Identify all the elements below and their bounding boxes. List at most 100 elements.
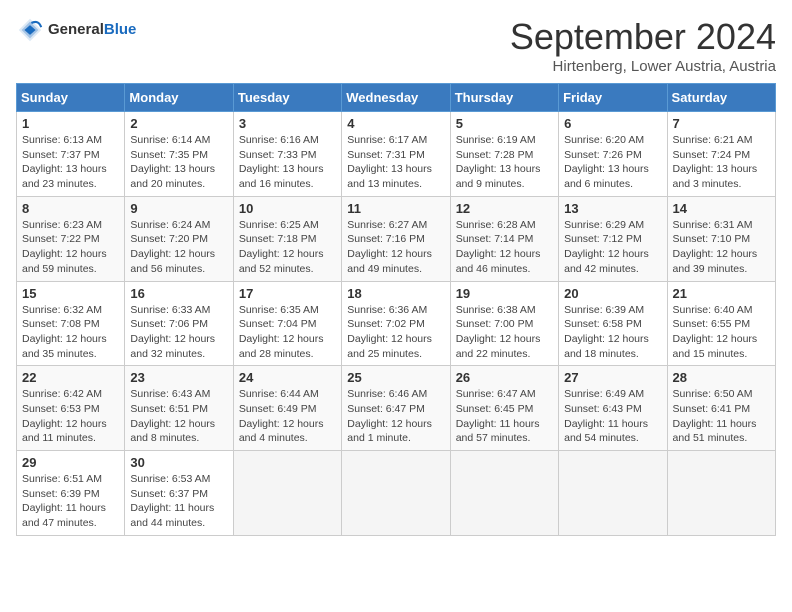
day-info: Sunrise: 6:13 AMSunset: 7:37 PMDaylight:… [22, 133, 119, 192]
calendar-cell: 25 Sunrise: 6:46 AMSunset: 6:47 PMDayligh… [342, 366, 450, 451]
calendar-cell [559, 451, 667, 536]
day-number: 15 [22, 286, 119, 301]
day-info: Sunrise: 6:39 AMSunset: 6:58 PMDaylight:… [564, 303, 661, 362]
day-info: Sunrise: 6:42 AMSunset: 6:53 PMDaylight:… [22, 387, 119, 446]
header-saturday: Saturday [667, 84, 775, 112]
day-info: Sunrise: 6:31 AMSunset: 7:10 PMDaylight:… [673, 218, 770, 277]
calendar-week-row: 29Sunrise: 6:51 AMSunset: 6:39 PMDayligh… [17, 451, 776, 536]
day-number: 17 [239, 286, 336, 301]
logo-icon [16, 16, 44, 44]
calendar-cell: 20 Sunrise: 6:39 AMSunset: 6:58 PMDayligh… [559, 281, 667, 366]
day-info: Sunrise: 6:46 AMSunset: 6:47 PMDaylight:… [347, 387, 444, 446]
day-info: Sunrise: 6:29 AMSunset: 7:12 PMDaylight:… [564, 218, 661, 277]
logo-blue: Blue [104, 21, 137, 38]
day-info: Sunrise: 6:35 AMSunset: 7:04 PMDaylight:… [239, 303, 336, 362]
day-info: Sunrise: 6:44 AMSunset: 6:49 PMDaylight:… [239, 387, 336, 446]
calendar-week-row: 8 Sunrise: 6:23 AMSunset: 7:22 PMDaylight… [17, 196, 776, 281]
calendar-cell: 4Sunrise: 6:17 AMSunset: 7:31 PMDaylight… [342, 112, 450, 197]
logo: GeneralBlue [16, 16, 136, 44]
day-info: Sunrise: 6:19 AMSunset: 7:28 PMDaylight:… [456, 133, 553, 192]
day-number: 26 [456, 370, 553, 385]
calendar-cell: 1 Sunrise: 6:13 AMSunset: 7:37 PMDaylight… [17, 112, 125, 197]
calendar-cell: 18Sunrise: 6:36 AMSunset: 7:02 PMDayligh… [342, 281, 450, 366]
header-friday: Friday [559, 84, 667, 112]
logo-text: GeneralBlue [48, 22, 136, 39]
day-info: Sunrise: 6:27 AMSunset: 7:16 PMDaylight:… [347, 218, 444, 277]
day-number: 23 [130, 370, 227, 385]
calendar-cell: 15 Sunrise: 6:32 AMSunset: 7:08 PMDayligh… [17, 281, 125, 366]
calendar-cell: 29Sunrise: 6:51 AMSunset: 6:39 PMDayligh… [17, 451, 125, 536]
day-number: 21 [673, 286, 770, 301]
calendar-week-row: 22Sunrise: 6:42 AMSunset: 6:53 PMDayligh… [17, 366, 776, 451]
day-number: 13 [564, 201, 661, 216]
subtitle: Hirtenberg, Lower Austria, Austria [510, 58, 776, 75]
day-number: 24 [239, 370, 336, 385]
page-header: GeneralBlue September 2024 Hirtenberg, L… [16, 16, 776, 75]
calendar-cell: 23 Sunrise: 6:43 AMSunset: 6:51 PMDayligh… [125, 366, 233, 451]
day-number: 25 [347, 370, 444, 385]
header-thursday: Thursday [450, 84, 558, 112]
day-info: Sunrise: 6:53 AMSunset: 6:37 PMDaylight:… [130, 472, 227, 531]
day-info: Sunrise: 6:16 AMSunset: 7:33 PMDaylight:… [239, 133, 336, 192]
day-number: 14 [673, 201, 770, 216]
day-number: 12 [456, 201, 553, 216]
header-tuesday: Tuesday [233, 84, 341, 112]
day-info: Sunrise: 6:51 AMSunset: 6:39 PMDaylight:… [22, 472, 119, 531]
title-block: September 2024 Hirtenberg, Lower Austria… [510, 16, 776, 75]
calendar-cell: 9 Sunrise: 6:24 AMSunset: 7:20 PMDaylight… [125, 196, 233, 281]
calendar-cell: 6 Sunrise: 6:20 AMSunset: 7:26 PMDaylight… [559, 112, 667, 197]
day-number: 19 [456, 286, 553, 301]
header-wednesday: Wednesday [342, 84, 450, 112]
calendar-cell [667, 451, 775, 536]
calendar-body: 1 Sunrise: 6:13 AMSunset: 7:37 PMDaylight… [17, 112, 776, 536]
calendar-cell: 21 Sunrise: 6:40 AMSunset: 6:55 PMDayligh… [667, 281, 775, 366]
day-number: 8 [22, 201, 119, 216]
calendar-cell: 2Sunrise: 6:14 AMSunset: 7:35 PMDaylight… [125, 112, 233, 197]
day-info: Sunrise: 6:32 AMSunset: 7:08 PMDaylight:… [22, 303, 119, 362]
day-number: 11 [347, 201, 444, 216]
day-number: 5 [456, 116, 553, 131]
logo-general: General [48, 21, 104, 38]
day-info: Sunrise: 6:43 AMSunset: 6:51 PMDaylight:… [130, 387, 227, 446]
calendar-cell: 27Sunrise: 6:49 AMSunset: 6:43 PMDayligh… [559, 366, 667, 451]
calendar-cell: 24 Sunrise: 6:44 AMSunset: 6:49 PMDayligh… [233, 366, 341, 451]
calendar-cell: 19 Sunrise: 6:38 AMSunset: 7:00 PMDayligh… [450, 281, 558, 366]
calendar-cell: 5 Sunrise: 6:19 AMSunset: 7:28 PMDaylight… [450, 112, 558, 197]
day-number: 1 [22, 116, 119, 131]
calendar-cell: 8 Sunrise: 6:23 AMSunset: 7:22 PMDaylight… [17, 196, 125, 281]
calendar-cell: 30 Sunrise: 6:53 AMSunset: 6:37 PMDayligh… [125, 451, 233, 536]
day-info: Sunrise: 6:49 AMSunset: 6:43 PMDaylight:… [564, 387, 661, 446]
day-number: 7 [673, 116, 770, 131]
day-info: Sunrise: 6:38 AMSunset: 7:00 PMDaylight:… [456, 303, 553, 362]
day-info: Sunrise: 6:23 AMSunset: 7:22 PMDaylight:… [22, 218, 119, 277]
day-info: Sunrise: 6:20 AMSunset: 7:26 PMDaylight:… [564, 133, 661, 192]
day-number: 6 [564, 116, 661, 131]
day-info: Sunrise: 6:47 AMSunset: 6:45 PMDaylight:… [456, 387, 553, 446]
day-info: Sunrise: 6:21 AMSunset: 7:24 PMDaylight:… [673, 133, 770, 192]
day-info: Sunrise: 6:24 AMSunset: 7:20 PMDaylight:… [130, 218, 227, 277]
calendar-week-row: 1 Sunrise: 6:13 AMSunset: 7:37 PMDaylight… [17, 112, 776, 197]
calendar-cell [233, 451, 341, 536]
header-sunday: Sunday [17, 84, 125, 112]
day-number: 20 [564, 286, 661, 301]
day-info: Sunrise: 6:25 AMSunset: 7:18 PMDaylight:… [239, 218, 336, 277]
calendar-cell: 28Sunrise: 6:50 AMSunset: 6:41 PMDayligh… [667, 366, 775, 451]
calendar-cell: 22Sunrise: 6:42 AMSunset: 6:53 PMDayligh… [17, 366, 125, 451]
calendar-cell: 11 Sunrise: 6:27 AMSunset: 7:16 PMDayligh… [342, 196, 450, 281]
day-number: 9 [130, 201, 227, 216]
calendar-cell: 12Sunrise: 6:28 AMSunset: 7:14 PMDayligh… [450, 196, 558, 281]
calendar-cell: 13 Sunrise: 6:29 AMSunset: 7:12 PMDayligh… [559, 196, 667, 281]
day-number: 18 [347, 286, 444, 301]
calendar-cell: 26 Sunrise: 6:47 AMSunset: 6:45 PMDayligh… [450, 366, 558, 451]
day-number: 2 [130, 116, 227, 131]
calendar-cell: 16Sunrise: 6:33 AMSunset: 7:06 PMDayligh… [125, 281, 233, 366]
calendar-table: Sunday Monday Tuesday Wednesday Thursday… [16, 83, 776, 536]
day-info: Sunrise: 6:40 AMSunset: 6:55 PMDaylight:… [673, 303, 770, 362]
calendar-cell: 14 Sunrise: 6:31 AMSunset: 7:10 PMDayligh… [667, 196, 775, 281]
day-number: 4 [347, 116, 444, 131]
day-number: 30 [130, 455, 227, 470]
calendar-cell: 7 Sunrise: 6:21 AMSunset: 7:24 PMDaylight… [667, 112, 775, 197]
day-number: 16 [130, 286, 227, 301]
day-info: Sunrise: 6:50 AMSunset: 6:41 PMDaylight:… [673, 387, 770, 446]
header-monday: Monday [125, 84, 233, 112]
